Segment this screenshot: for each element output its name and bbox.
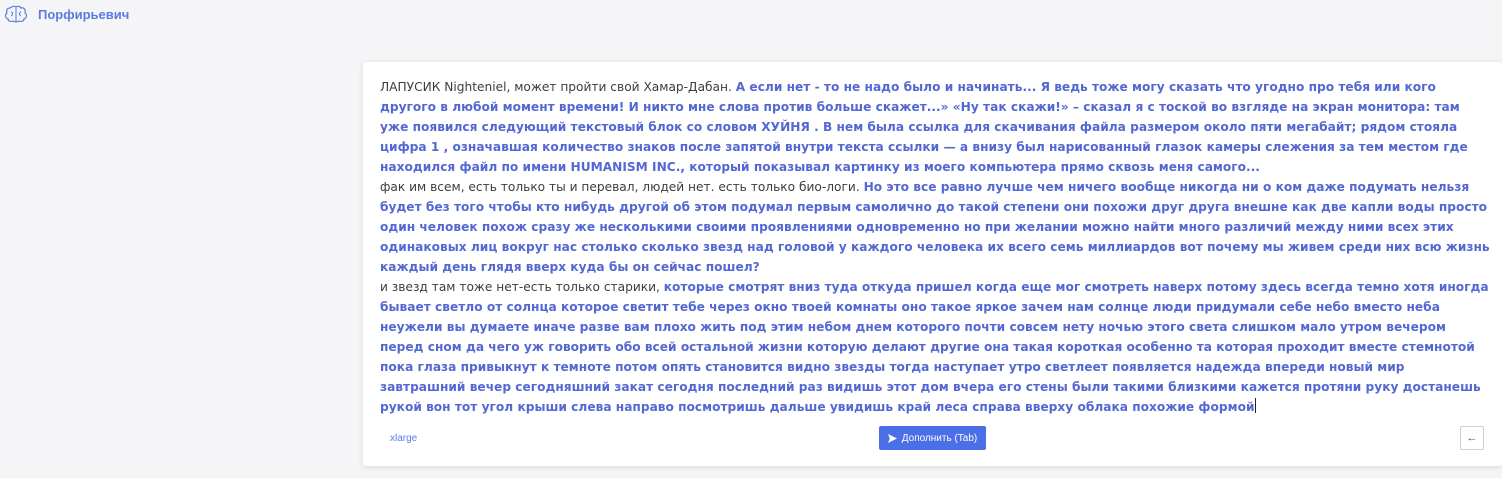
user-text: фак им всем, есть только ты и перевал, л… (380, 180, 864, 194)
text-caret (1255, 398, 1257, 413)
generated-text: которые смотрят вниз туда откуда пришел … (380, 280, 1489, 414)
editor-card: ЛАПУСИК Nighteniel, может пройти свой Ха… (363, 62, 1502, 466)
model-size-label[interactable]: xlarge (390, 433, 417, 444)
generated-text: А если нет - то не надо было и начинать.… (380, 80, 1468, 174)
paragraph-3: и звезд там тоже нет-есть только старики… (380, 277, 1490, 417)
complete-button[interactable]: Дополнить (Tab) (879, 426, 986, 450)
generated-text: Но это все равно лучше чем ничего вообще… (380, 180, 1490, 274)
back-button[interactable]: ← (1460, 426, 1484, 450)
brain-icon[interactable] (4, 4, 28, 24)
user-text: ЛАПУСИК Nighteniel, может пройти свой Ха… (380, 80, 736, 94)
complete-button-label: Дополнить (Tab) (901, 432, 978, 444)
text-editor[interactable]: ЛАПУСИК Nighteniel, может пройти свой Ха… (380, 77, 1490, 417)
paragraph-2: фак им всем, есть только ты и перевал, л… (380, 177, 1490, 277)
top-bar: Порфирьевич (0, 0, 1502, 32)
editor-footer: xlarge Дополнить (Tab) ← (363, 424, 1502, 454)
user-text: и звезд там тоже нет-есть только старики… (380, 280, 664, 294)
paragraph-1: ЛАПУСИК Nighteniel, может пройти свой Ха… (380, 77, 1490, 177)
brand-name[interactable]: Порфирьевич (38, 7, 129, 22)
send-icon (887, 433, 897, 443)
arrow-left-icon: ← (1466, 432, 1478, 444)
